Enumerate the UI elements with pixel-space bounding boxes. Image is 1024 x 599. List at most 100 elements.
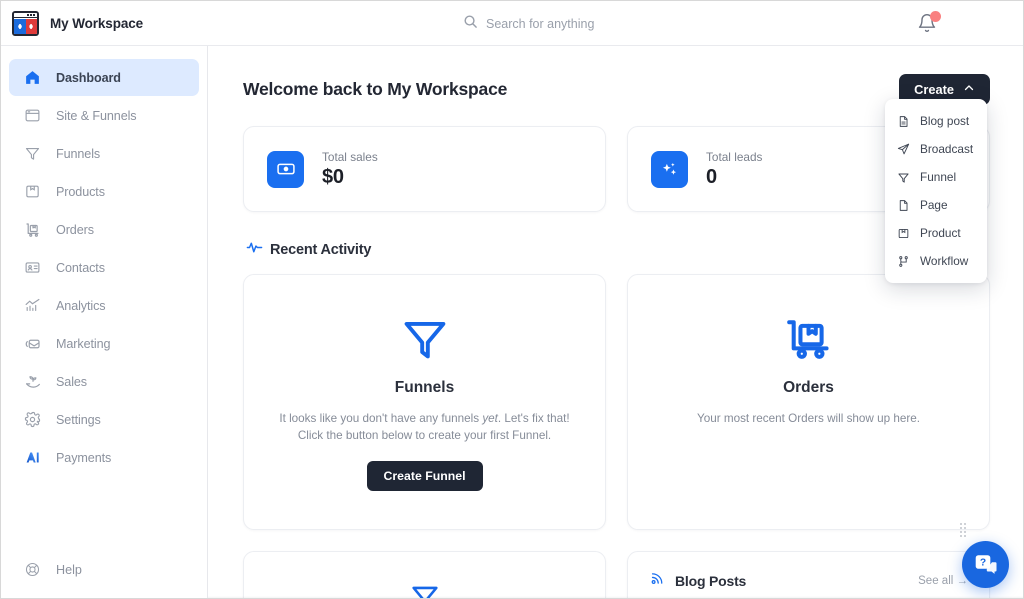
sidebar-nav: Dashboard Site & Funnels Funnels Product…	[1, 46, 207, 476]
blog-posts-header: Blog Posts See all →	[628, 552, 989, 592]
sidebar-item-label: Products	[56, 184, 105, 199]
partial-blue-icon	[244, 552, 605, 598]
workspace-title: My Workspace	[50, 15, 144, 31]
sidebar-item-label: Contacts	[56, 260, 105, 275]
create-dropdown-menu: Blog post Broadcast Funnel Page Product …	[885, 99, 987, 283]
workflow-icon	[897, 255, 910, 268]
panel-text: It looks like you don't have any funnels…	[275, 410, 575, 444]
chevron-up-icon	[963, 82, 975, 97]
funnel-icon-large	[399, 311, 451, 365]
drag-dots-handle[interactable]	[958, 523, 968, 537]
question-chat-icon: ?	[975, 554, 997, 574]
sidebar-item-help[interactable]: Help	[9, 551, 199, 588]
money-icon	[267, 150, 304, 188]
create-funnel-button[interactable]: Create Funnel	[366, 461, 483, 491]
stats-row: Total sales $0 Total leads 0	[243, 126, 990, 212]
rss-icon	[649, 570, 666, 592]
search-input[interactable]	[486, 17, 706, 31]
funnel-icon	[897, 171, 910, 184]
megaphone-inbox-icon	[23, 334, 42, 353]
sidebar-item-funnels[interactable]: Funnels	[9, 135, 199, 172]
help-chat-button[interactable]: ?	[962, 541, 1009, 588]
create-button-label: Create	[914, 81, 954, 97]
sidebar-item-label: Orders	[56, 222, 94, 237]
sparkles-icon	[651, 150, 688, 188]
cart-box-icon-large	[782, 311, 836, 365]
see-all-link[interactable]: See all →	[918, 575, 968, 587]
panel-heading: Funnels	[394, 379, 455, 396]
sidebar-item-dashboard[interactable]: Dashboard	[9, 59, 199, 96]
gear-icon	[23, 410, 42, 429]
panel-text-part1: It looks like you don't have any funnels	[279, 412, 483, 425]
analytics-icon	[23, 296, 42, 315]
activity-pulse-icon	[246, 239, 263, 261]
search-bar[interactable]	[463, 14, 706, 34]
contact-card-icon	[23, 258, 42, 277]
sidebar-item-products[interactable]: Products	[9, 173, 199, 210]
sidebar-item-marketing[interactable]: Marketing	[9, 325, 199, 362]
sidebar-item-settings[interactable]: Settings	[9, 401, 199, 438]
panel-blog-posts: Blog Posts See all →	[627, 551, 990, 598]
panel-title: Blog Posts	[675, 573, 747, 589]
paper-plane-icon	[897, 143, 910, 156]
panel-funnels: Funnels It looks like you don't have any…	[243, 274, 606, 530]
lifebuoy-icon	[23, 560, 42, 579]
menu-item-funnel[interactable]: Funnel	[885, 163, 987, 191]
menu-item-product[interactable]: Product	[885, 219, 987, 247]
sidebar-item-label: Funnels	[56, 146, 101, 161]
sidebar-item-sales[interactable]: Sales	[9, 363, 199, 400]
stat-value: $0	[322, 165, 344, 188]
product-box-icon	[23, 182, 42, 201]
panel-text-emphasis: yet	[482, 412, 498, 425]
section-title: Recent Activity	[270, 242, 372, 258]
svg-text:?: ?	[979, 557, 985, 568]
menu-item-blog-post[interactable]: Blog post	[885, 107, 987, 135]
browser-icon	[23, 106, 42, 125]
activity-cards-row: Funnels It looks like you don't have any…	[243, 274, 990, 530]
panel-orders: Orders Your most recent Orders will show…	[627, 274, 990, 530]
document-icon	[897, 115, 910, 128]
top-bar: My Workspace	[1, 1, 1023, 46]
browser-window-logo-icon	[12, 10, 39, 36]
search-icon	[463, 14, 478, 34]
stat-value: 0	[706, 165, 717, 188]
app-window: My Workspace Dashboard	[0, 0, 1024, 599]
sidebar-item-label: Analytics	[56, 298, 106, 313]
payments-ai-icon	[23, 448, 42, 467]
sidebar-item-payments[interactable]: Payments	[9, 439, 199, 476]
panel-text: Your most recent Orders will show up her…	[696, 412, 921, 425]
sidebar-item-orders[interactable]: Orders	[9, 211, 199, 248]
sidebar-item-site-and-funnels[interactable]: Site & Funnels	[9, 97, 199, 134]
sidebar-item-label: Dashboard	[56, 70, 121, 85]
menu-item-label: Blog post	[920, 114, 970, 128]
menu-item-label: Product	[920, 226, 961, 240]
sidebar: Dashboard Site & Funnels Funnels Product…	[1, 46, 208, 598]
cart-box-icon	[23, 220, 42, 239]
notifications-button[interactable]	[917, 11, 941, 35]
menu-item-workflow[interactable]: Workflow	[885, 247, 987, 275]
sidebar-item-contacts[interactable]: Contacts	[9, 249, 199, 286]
notification-dot	[930, 11, 941, 22]
stat-label: Total leads	[706, 149, 763, 164]
sidebar-item-analytics[interactable]: Analytics	[9, 287, 199, 324]
sidebar-item-label: Help	[56, 562, 82, 577]
sidebar-item-label: Settings	[56, 412, 101, 427]
stat-label: Total sales	[322, 149, 378, 164]
sidebar-item-label: Sales	[56, 374, 88, 389]
sales-plant-hand-icon	[23, 372, 42, 391]
menu-item-broadcast[interactable]: Broadcast	[885, 135, 987, 163]
brand[interactable]: My Workspace	[1, 10, 144, 36]
recent-activity-header: Recent Activity	[246, 239, 990, 261]
funnel-icon	[23, 144, 42, 163]
bottom-cards-row: Blog Posts See all →	[243, 551, 990, 598]
sidebar-item-label: Payments	[56, 450, 112, 465]
menu-item-page[interactable]: Page	[885, 191, 987, 219]
stat-card-total-sales: Total sales $0	[243, 126, 606, 212]
sidebar-item-label: Marketing	[56, 336, 111, 351]
menu-item-label: Workflow	[920, 254, 969, 268]
panel-heading: Orders	[783, 379, 834, 396]
menu-item-label: Broadcast	[920, 142, 974, 156]
page-title: Welcome back to My Workspace	[243, 78, 508, 99]
menu-item-label: Funnel	[920, 170, 957, 184]
page-icon	[897, 199, 910, 212]
